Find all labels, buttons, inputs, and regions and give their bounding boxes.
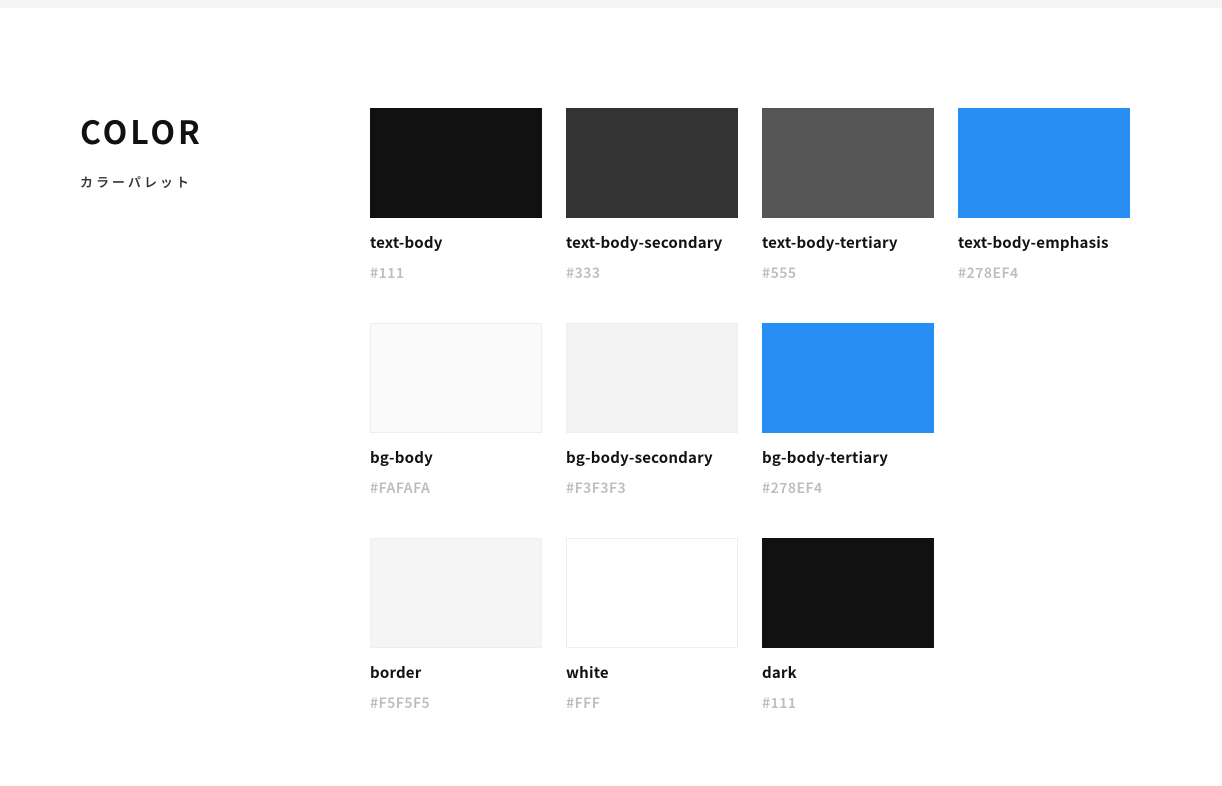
color-swatch-name: dark — [762, 662, 934, 683]
color-swatch-name: text-body — [370, 232, 542, 253]
color-swatch-hex: #F3F3F3 — [566, 478, 738, 498]
color-swatch — [566, 323, 738, 433]
color-swatch — [762, 108, 934, 218]
color-swatch-name: text-body-tertiary — [762, 232, 934, 253]
color-swatch-item: bg-body #FAFAFA — [370, 323, 542, 498]
color-swatch-item: text-body-tertiary #555 — [762, 108, 934, 283]
color-swatch — [958, 108, 1130, 218]
color-swatch-hex: #555 — [762, 263, 934, 283]
color-swatch-name: text-body-secondary — [566, 232, 738, 253]
color-swatch-hex: #F5F5F5 — [370, 693, 542, 713]
header-column: COLOR カラーパレット — [80, 108, 370, 713]
color-swatch-item: text-body #111 — [370, 108, 542, 283]
color-swatch-item: white #FFF — [566, 538, 738, 713]
color-swatch-hex: #FAFAFA — [370, 478, 542, 498]
color-swatch-name: text-body-emphasis — [958, 232, 1130, 253]
color-swatch — [370, 108, 542, 218]
color-swatch — [566, 538, 738, 648]
color-swatch — [370, 323, 542, 433]
color-swatch-item: bg-body-secondary #F3F3F3 — [566, 323, 738, 498]
color-swatch-name: border — [370, 662, 542, 683]
color-swatch-name: bg-body-tertiary — [762, 447, 934, 468]
color-swatch-name: bg-body — [370, 447, 542, 468]
color-swatch-name: bg-body-secondary — [566, 447, 738, 468]
color-swatch-item: text-body-secondary #333 — [566, 108, 738, 283]
color-swatch-name: white — [566, 662, 738, 683]
color-grid: text-body #111 text-body-secondary #333 … — [370, 108, 1130, 713]
color-swatch-item: border #F5F5F5 — [370, 538, 542, 713]
color-swatch — [762, 538, 934, 648]
color-swatch-item: bg-body-tertiary #278EF4 — [762, 323, 934, 498]
color-swatch — [566, 108, 738, 218]
color-swatch-hex: #111 — [762, 693, 934, 713]
page-container: COLOR カラーパレット text-body #111 text-body-s… — [0, 8, 1222, 753]
color-swatch-hex: #278EF4 — [958, 263, 1130, 283]
color-swatch — [762, 323, 934, 433]
page-title: COLOR — [80, 108, 370, 154]
color-swatch — [370, 538, 542, 648]
color-swatch-hex: #278EF4 — [762, 478, 934, 498]
color-swatch-item: dark #111 — [762, 538, 934, 713]
page-subtitle: カラーパレット — [80, 172, 370, 191]
color-swatch-hex: #333 — [566, 263, 738, 283]
color-swatch-hex: #FFF — [566, 693, 738, 713]
top-bar — [0, 0, 1222, 8]
color-swatch-item: text-body-emphasis #278EF4 — [958, 108, 1130, 283]
color-swatch-hex: #111 — [370, 263, 542, 283]
